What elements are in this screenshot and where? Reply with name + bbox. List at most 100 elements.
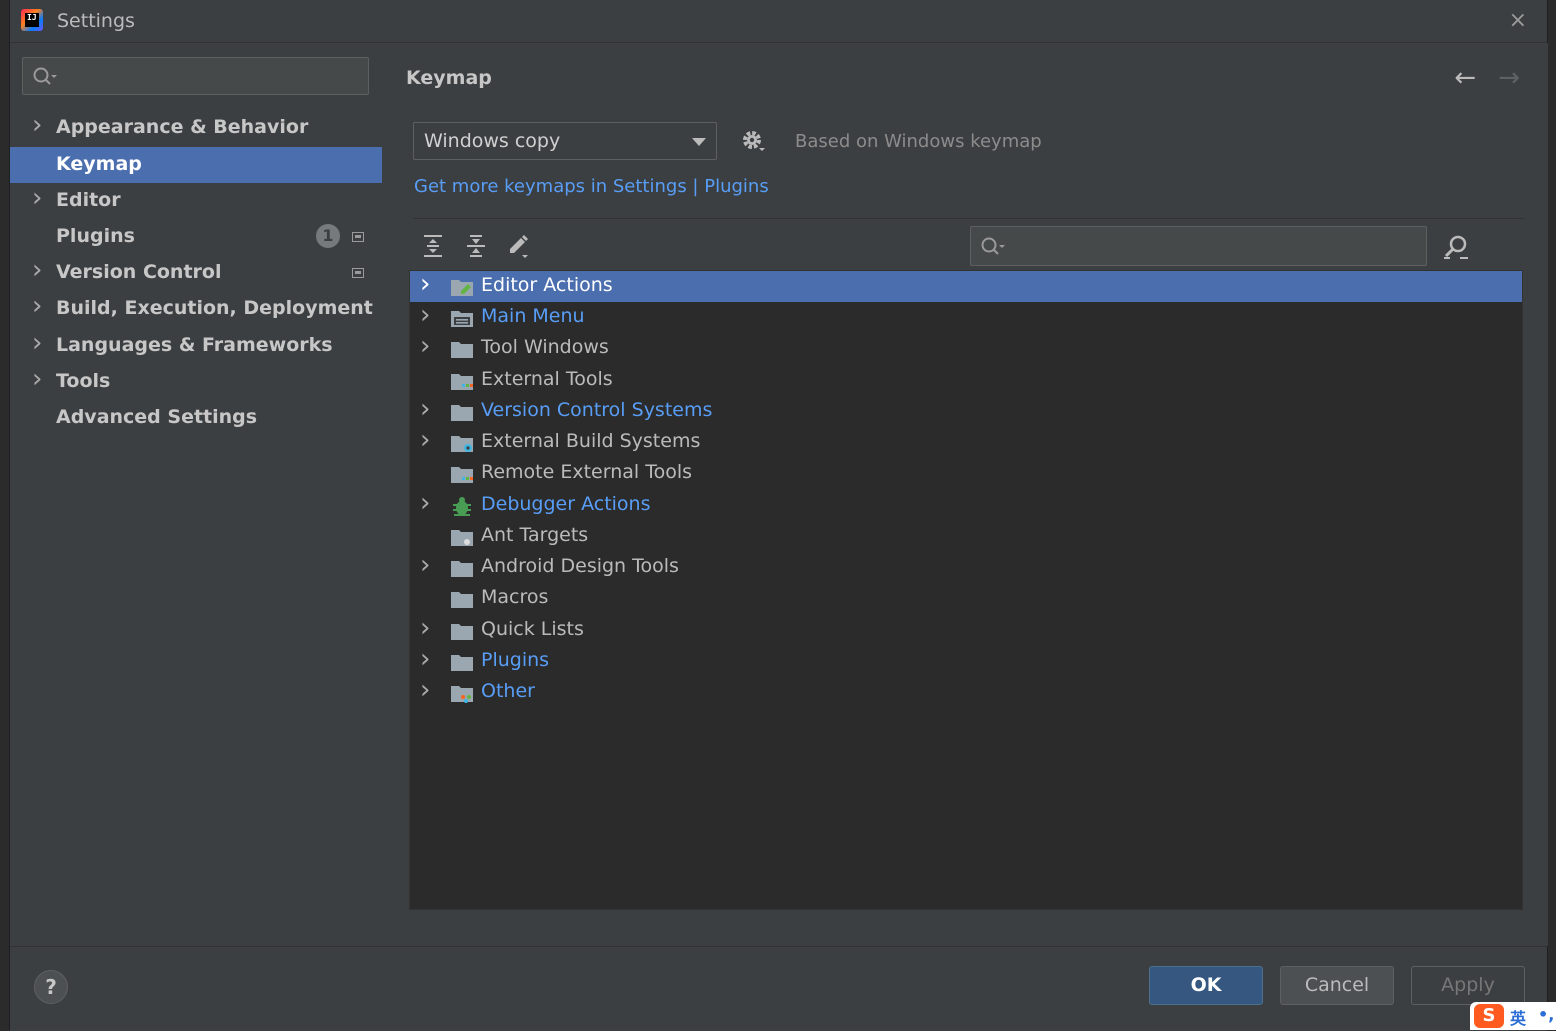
tree-row-label: External Build Systems (481, 430, 701, 452)
tree-row-ant-targets[interactable]: Ant Targets (410, 521, 1522, 552)
folder-ant-icon (450, 528, 474, 547)
folder-menu-icon (450, 309, 474, 328)
sidebar-item-label: Editor (56, 189, 121, 211)
search-icon (981, 237, 1005, 255)
keymap-actions-tree[interactable]: › Editor Actions › Main Menu › Tool Windows Ex… (409, 270, 1523, 910)
chevron-right-icon[interactable]: › (420, 644, 430, 674)
help-button[interactable]: ? (34, 970, 68, 1004)
sidebar-item-keymap[interactable]: Keymap (10, 147, 382, 183)
window-title: Settings (57, 10, 135, 32)
sidebar-item-label: Advanced Settings (56, 406, 258, 428)
folder-other-icon (450, 684, 474, 703)
tree-row-debugger-actions[interactable]: › Debugger Actions (410, 488, 1522, 521)
tree-row-plugins[interactable]: › Plugins (410, 644, 1522, 677)
sogou-logo-icon: S (1474, 1004, 1504, 1028)
gear-icon[interactable] (740, 128, 766, 154)
keymap-dropdown[interactable]: Windows copy (413, 122, 717, 160)
tree-row-label: Editor Actions (481, 274, 613, 296)
cancel-button[interactable]: Cancel (1280, 966, 1394, 1005)
tree-row-version-control-systems[interactable]: › Version Control Systems (410, 394, 1522, 427)
chevron-right-icon[interactable]: › (420, 425, 430, 455)
chevron-right-icon[interactable]: › (420, 271, 430, 299)
expand-all-icon[interactable] (421, 233, 445, 259)
tree-row-external-tools[interactable]: External Tools (410, 365, 1522, 396)
tree-row-quick-lists[interactable]: › Quick Lists (410, 613, 1522, 646)
sidebar-item-editor[interactable]: › Editor (10, 183, 382, 219)
sidebar-item-appearance-behavior[interactable]: › Appearance & Behavior (10, 110, 382, 146)
tree-row-android-design-tools[interactable]: › Android Design Tools (410, 550, 1522, 583)
dialog-footer: ? OK Cancel Apply (10, 946, 1547, 1031)
tree-row-label: Plugins (481, 649, 550, 671)
back-arrow-icon[interactable]: ← (1454, 63, 1476, 93)
folder-icon (450, 622, 474, 641)
tree-row-external-build-systems[interactable]: › External Build Systems (410, 425, 1522, 458)
tree-row-label: Ant Targets (481, 524, 589, 546)
chevron-down-icon (692, 138, 706, 146)
action-search-input[interactable] (970, 226, 1427, 266)
get-more-keymaps-link[interactable]: Get more keymaps in Settings | Plugins (414, 176, 769, 197)
ime-language: 英 (1510, 1009, 1527, 1028)
ok-button[interactable]: OK (1149, 966, 1263, 1005)
sidebar-item-label: Languages & Frameworks (56, 334, 333, 356)
tree-row-tool-windows[interactable]: › Tool Windows (410, 331, 1522, 364)
chevron-right-icon[interactable]: › (420, 550, 430, 580)
tree-row-label: Remote External Tools (481, 461, 693, 483)
sidebar-item-languages-frameworks[interactable]: › Languages & Frameworks (10, 328, 382, 364)
edit-shortcut-icon[interactable] (506, 233, 530, 259)
tree-row-label: Debugger Actions (481, 493, 651, 515)
sidebar-item-version-control[interactable]: › Version Control (10, 255, 382, 291)
find-by-shortcut-icon[interactable] (1442, 233, 1470, 261)
chevron-right-icon[interactable]: › (32, 255, 42, 285)
chevron-right-icon[interactable]: › (420, 331, 430, 361)
apply-button[interactable]: Apply (1411, 966, 1525, 1005)
page-title: Keymap (406, 67, 492, 89)
chevron-right-icon[interactable]: › (420, 488, 430, 518)
sidebar-item-build-execution-deployment[interactable]: › Build, Execution, Deployment (10, 291, 382, 327)
folder-tools-icon (450, 372, 474, 391)
sidebar-item-plugins[interactable]: Plugins 1 (10, 219, 382, 255)
folder-icon (450, 559, 474, 578)
settings-search-input[interactable] (22, 57, 369, 95)
keymap-panel: Keymap ← → Windows copy Based on Windows… (382, 43, 1548, 946)
tree-row-main-menu[interactable]: › Main Menu (410, 300, 1522, 333)
chevron-right-icon[interactable]: › (32, 110, 42, 140)
folder-icon (450, 340, 474, 359)
chevron-right-icon[interactable]: › (32, 364, 42, 394)
divider (413, 218, 1524, 219)
chevron-right-icon[interactable]: › (32, 183, 42, 213)
intellij-logo-icon: IJ (21, 9, 43, 31)
folder-gear-icon (450, 434, 474, 453)
sidebar-item-label: Keymap (56, 153, 142, 175)
ime-indicator[interactable]: S 英 •, (1470, 1002, 1556, 1030)
tree-row-label: Android Design Tools (481, 555, 679, 577)
tree-row-editor-actions[interactable]: › Editor Actions (410, 271, 1522, 302)
collapse-all-icon[interactable] (464, 233, 488, 259)
forward-arrow-icon[interactable]: → (1498, 63, 1520, 93)
tree-row-label: Macros (481, 586, 549, 608)
update-count-badge: 1 (316, 224, 340, 248)
sidebar-item-label: Version Control (56, 261, 222, 283)
folder-tools-icon (450, 465, 474, 484)
tree-row-label: Other (481, 680, 535, 702)
sidebar-item-label: Build, Execution, Deployment (56, 297, 373, 319)
close-icon[interactable]: × (1509, 8, 1527, 33)
tree-row-label: Main Menu (481, 305, 585, 327)
ime-punctuation: •, (1538, 1005, 1555, 1024)
chevron-right-icon[interactable]: › (32, 291, 42, 321)
chevron-right-icon[interactable]: › (420, 675, 430, 705)
tree-row-label: Version Control Systems (481, 399, 713, 421)
tree-row-remote-external-tools[interactable]: Remote External Tools (410, 458, 1522, 489)
background-window-edge (0, 0, 9, 1030)
sidebar-item-label: Tools (56, 370, 111, 392)
sidebar-item-tools[interactable]: › Tools (10, 364, 382, 400)
chevron-right-icon[interactable]: › (420, 613, 430, 643)
chevron-right-icon[interactable]: › (420, 300, 430, 330)
settings-sidebar: › Appearance & Behavior Keymap › Editor Plugi… (10, 43, 382, 946)
sidebar-item-advanced-settings[interactable]: Advanced Settings (10, 400, 382, 436)
tree-row-macros[interactable]: Macros (410, 583, 1522, 614)
search-icon (33, 67, 57, 85)
chevron-right-icon[interactable]: › (420, 394, 430, 424)
chevron-right-icon[interactable]: › (32, 328, 42, 358)
tree-row-label: Tool Windows (481, 336, 609, 358)
tree-row-other[interactable]: › Other (410, 675, 1522, 708)
